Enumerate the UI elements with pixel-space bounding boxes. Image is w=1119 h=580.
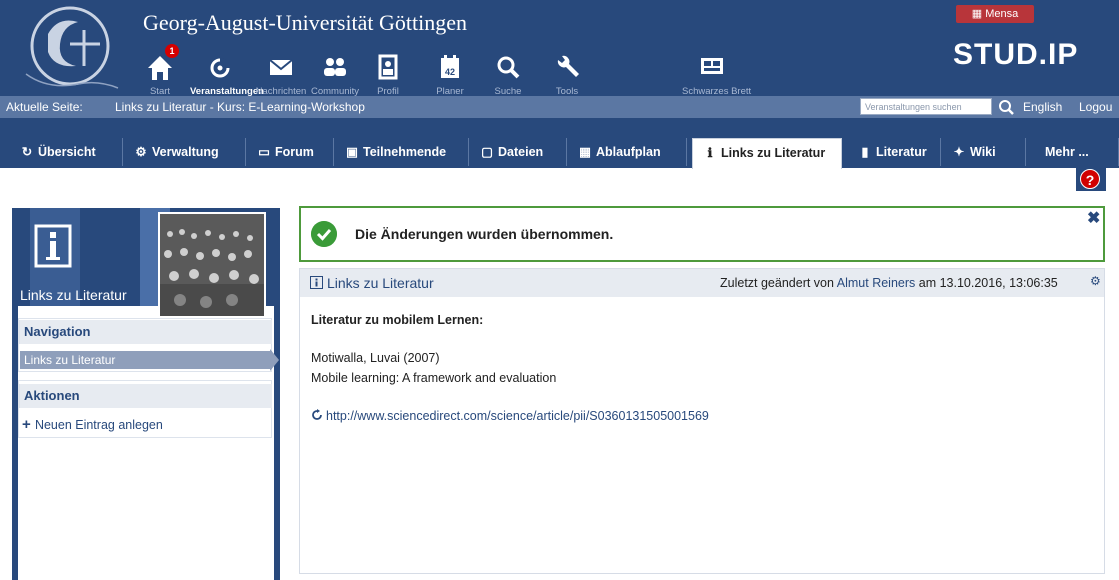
content-heading: Literatur zu mobilem Lernen:	[311, 313, 484, 327]
tab-admin[interactable]: ⚙ Verwaltung	[124, 138, 246, 166]
edit-gear-icon[interactable]: ⚙	[1090, 274, 1101, 288]
svg-text:42: 42	[445, 67, 455, 77]
breadcrumb-bar: Aktuelle Seite: Links zu Literatur - Kur…	[0, 96, 1119, 118]
tab-files[interactable]: ▢ Dateien	[470, 138, 567, 166]
course-search-input[interactable]: Veranstaltungen suchen	[860, 98, 992, 115]
active-indicator	[270, 349, 279, 371]
nav-board[interactable]: Schwarzes Brett	[682, 48, 751, 97]
tab-label: Forum	[275, 145, 314, 159]
nav-profile[interactable]: Profil	[358, 48, 418, 97]
language-link[interactable]: English	[1023, 100, 1062, 114]
sidebar-actions-heading: Aktionen	[18, 384, 272, 408]
mensa-icon: ▦	[971, 8, 986, 20]
profile-icon	[378, 54, 398, 80]
tab-overview[interactable]: ↻ Übersicht	[10, 138, 123, 166]
search-icon	[497, 56, 520, 79]
tab-more[interactable]: Mehr ...	[1027, 138, 1119, 166]
success-message-text: Die Änderungen wurden übernommen.	[355, 226, 614, 242]
tab-wiki[interactable]: ✦ Wiki	[942, 138, 1026, 166]
info-icon	[34, 224, 72, 268]
sidebar-navigation-heading: Navigation	[18, 320, 272, 344]
reference-link[interactable]: http://www.sciencedirect.com/science/art…	[326, 409, 709, 423]
participants-icon: ▣	[346, 145, 358, 159]
university-title[interactable]: Georg-August-Universität Göttingen	[143, 10, 467, 36]
external-link-icon	[312, 409, 322, 420]
tab-participants[interactable]: ▣ Teilnehmende	[335, 138, 469, 166]
nav-planner[interactable]: 42 Planer	[420, 48, 480, 97]
calendar-icon: 42	[441, 55, 459, 78]
new-entry-action[interactable]: + Neuen Eintrag anlegen	[22, 416, 163, 433]
tab-literature-links[interactable]: ℹ Links zu Literatur	[692, 138, 842, 169]
breadcrumb: Links zu Literatur - Kurs: E-Learning-Wo…	[115, 100, 365, 114]
checkmark-icon	[311, 221, 337, 247]
last-modified-date: am 13.10.2016, 13:06:35	[918, 276, 1058, 290]
book-icon: ▮	[861, 145, 869, 159]
tab-label: Mehr ...	[1045, 145, 1089, 159]
sidebar-title: Links zu Literatur	[20, 287, 127, 303]
info-icon: ℹ	[707, 146, 713, 160]
reference-author: Motiwalla, Luvai (2007)	[311, 351, 440, 365]
board-icon	[701, 58, 723, 74]
content-panel-title: Links zu Literatur	[327, 275, 434, 291]
mensa-button[interactable]: ▦ Mensa	[956, 5, 1034, 23]
tab-label: Verwaltung	[152, 145, 219, 159]
tab-forum[interactable]: ▭ Forum	[247, 138, 334, 166]
tab-label: Links zu Literatur	[721, 146, 826, 160]
close-icon[interactable]: ✖	[1087, 208, 1100, 228]
tab-label: Literatur	[876, 145, 927, 159]
breadcrumb-label: Aktuelle Seite:	[6, 100, 83, 114]
logout-link[interactable]: Logou	[1079, 100, 1112, 114]
author-link[interactable]: Almut Reiners	[837, 276, 916, 290]
wiki-icon: ✦	[953, 145, 965, 159]
tab-label: Dateien	[498, 145, 544, 159]
nav-messages[interactable]: Nachrichten	[251, 48, 311, 97]
last-modified-info: Zuletzt geändert von Almut Reiners am 13…	[720, 276, 1058, 290]
mensa-label: Mensa	[985, 8, 1019, 20]
tab-label: Wiki	[970, 145, 996, 159]
sidebar-lecture-image	[158, 212, 266, 318]
tab-literature[interactable]: ▮ Literatur	[848, 138, 941, 166]
notification-badge: 1	[165, 44, 179, 58]
nav-search[interactable]: Suche	[478, 48, 538, 97]
schedule-icon: ▦	[579, 145, 591, 159]
university-logo[interactable]	[18, 4, 126, 92]
info-icon	[310, 276, 323, 289]
last-modified-prefix: Zuletzt geändert von	[720, 276, 834, 290]
nav-community[interactable]: Community	[305, 48, 365, 97]
tab-label: Übersicht	[38, 145, 96, 159]
overview-icon: ↻	[21, 145, 33, 159]
admin-icon: ⚙	[135, 145, 147, 159]
courses-icon	[210, 58, 230, 78]
nav-start[interactable]: Start	[130, 48, 190, 97]
forum-icon: ▭	[258, 145, 270, 159]
tab-label: Teilnehmende	[363, 145, 447, 159]
search-icon[interactable]	[997, 98, 1015, 116]
tab-label: Ablaufplan	[596, 145, 661, 159]
mail-icon	[269, 59, 293, 75]
plus-icon: +	[22, 416, 35, 433]
studip-brand[interactable]: STUD.IP	[953, 38, 1078, 72]
help-icon[interactable]: ?	[1080, 169, 1100, 189]
nav-tools[interactable]: Tools	[537, 48, 597, 97]
files-icon: ▢	[481, 145, 493, 159]
tab-schedule[interactable]: ▦ Ablaufplan	[568, 138, 687, 166]
reference-title: Mobile learning: A framework and evaluat…	[311, 371, 557, 385]
nav-courses[interactable]: Veranstaltungen	[190, 48, 264, 97]
community-icon	[324, 58, 346, 76]
wrench-icon	[557, 55, 579, 77]
new-entry-label: Neuen Eintrag anlegen	[34, 418, 163, 432]
sidebar-item-literature-links[interactable]: Links zu Literatur	[20, 351, 272, 369]
